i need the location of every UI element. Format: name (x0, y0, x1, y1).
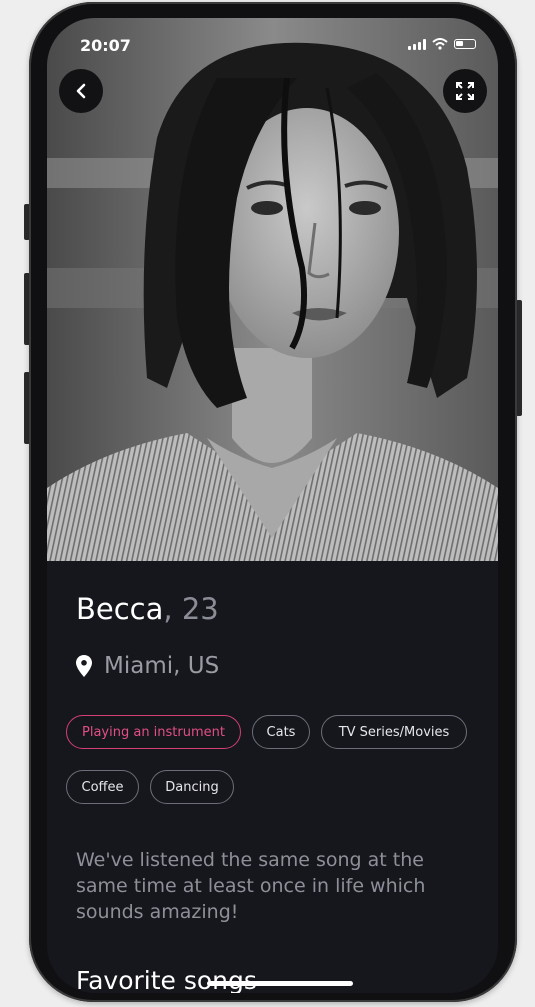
favorite-songs-heading: Favorite songs (76, 966, 257, 993)
expand-photo-button[interactable] (443, 69, 487, 113)
interest-chip-label: TV Series/Movies (338, 724, 450, 740)
status-bar: 20:07 (47, 36, 498, 56)
profile-photo (47, 18, 498, 561)
wifi-icon (432, 38, 448, 50)
expand-icon (456, 82, 474, 100)
interest-chip-label: Cats (266, 724, 296, 740)
profile-name-age: Becca, 23 (76, 592, 219, 626)
location-pin-icon (76, 655, 92, 677)
profile-name: Becca (76, 592, 164, 626)
location-text: Miami, US (104, 653, 220, 679)
status-time: 20:07 (80, 36, 131, 55)
home-indicator[interactable] (207, 981, 353, 986)
interest-chip-label: Playing an instrument (82, 724, 225, 740)
back-arrow-icon (76, 83, 86, 99)
interest-chip-playing-an-instrument[interactable]: Playing an instrument (66, 715, 241, 749)
battery-icon (454, 39, 476, 49)
back-button[interactable] (59, 69, 103, 113)
profile-bio: We've listened the same song at the same… (76, 849, 426, 923)
interest-chip-tv-series-movies[interactable]: TV Series/Movies (321, 715, 467, 749)
profile-location: Miami, US (76, 653, 219, 679)
signal-icon (408, 38, 426, 50)
interest-chip-label: Dancing (165, 779, 219, 795)
interest-chip-label: Coffee (81, 779, 124, 795)
screen: 20:07 Becca, 23 Miami, US Playing an ins… (47, 18, 498, 993)
interest-chip-cats[interactable]: Cats (252, 715, 310, 749)
interest-chip-coffee[interactable]: Coffee (66, 770, 139, 804)
profile-age: , 23 (163, 592, 219, 626)
status-icons (408, 38, 476, 50)
interest-chip-dancing[interactable]: Dancing (150, 770, 234, 804)
